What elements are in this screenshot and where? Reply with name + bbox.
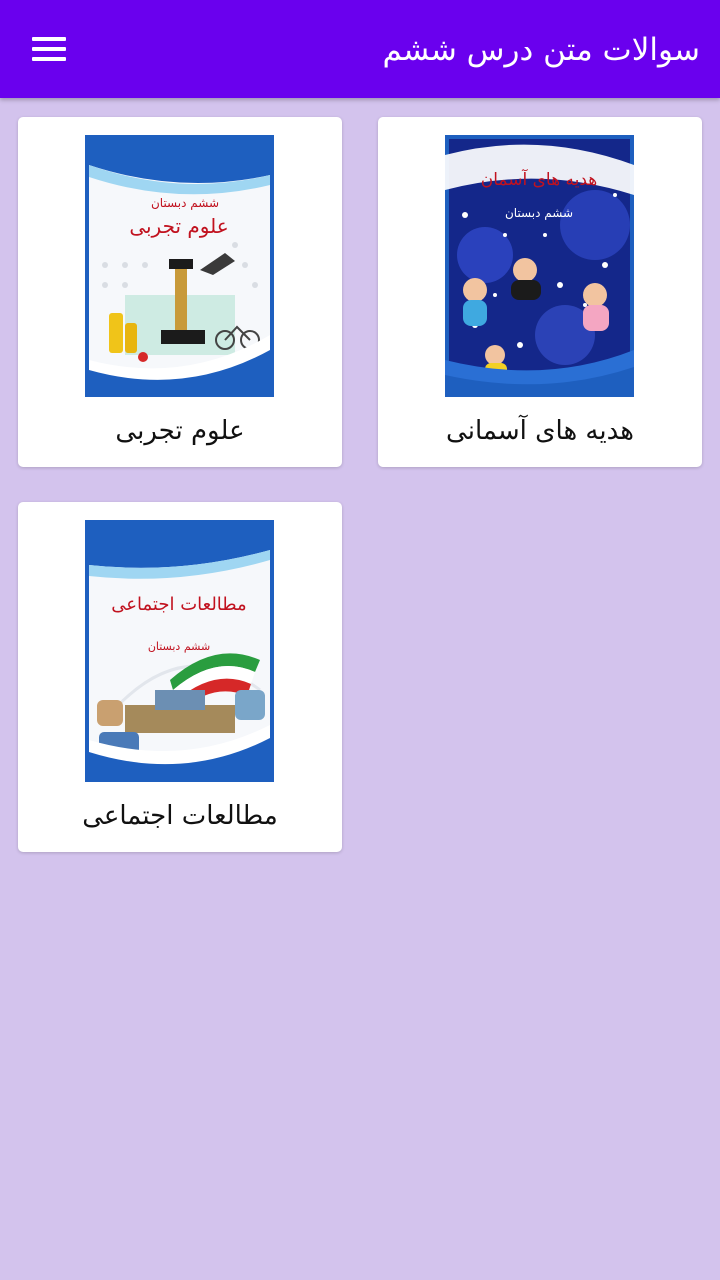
book-card-hediye[interactable]: هدیه های آسمان ششم دبستان هدیه های آسمان… [378,117,702,467]
book-cover-oloom: ششم دبستان علوم تجربی [85,135,274,397]
cover-subtitle-oloom: ششم دبستان [151,196,219,210]
book-label-hediye: هدیه های آسمانی [446,416,634,446]
cover-subtitle-hediye: ششم دبستان [505,206,573,220]
cover-title-motaleat: مطالعات اجتماعی [111,594,246,615]
book-card-oloom[interactable]: ششم دبستان علوم تجربی علوم تجربی [18,117,342,467]
book-card-motaleat[interactable]: مطالعات اجتماعی ششم دبستان مطالعات اجتما… [18,502,342,852]
cover-title-hediye: هدیه های آسمان [481,168,597,190]
book-label-motaleat: مطالعات اجتماعی [82,801,278,831]
hamburger-menu-icon-middle [32,47,66,51]
hamburger-menu-icon [32,37,66,41]
book-cover-hediye: هدیه های آسمان ششم دبستان [445,135,634,397]
book-label-oloom: علوم تجربی [115,416,245,446]
book-cover-motaleat: مطالعات اجتماعی ششم دبستان [85,520,274,782]
cover-title-oloom: علوم تجربی [129,214,228,238]
cover-subtitle-motaleat: ششم دبستان [148,640,210,653]
hamburger-menu-icon-bottom [32,57,66,61]
page-title: سوالات متن درس ششم [382,32,700,68]
app-bar: سوالات متن درس ششم [0,0,720,98]
menu-button[interactable] [22,27,76,71]
